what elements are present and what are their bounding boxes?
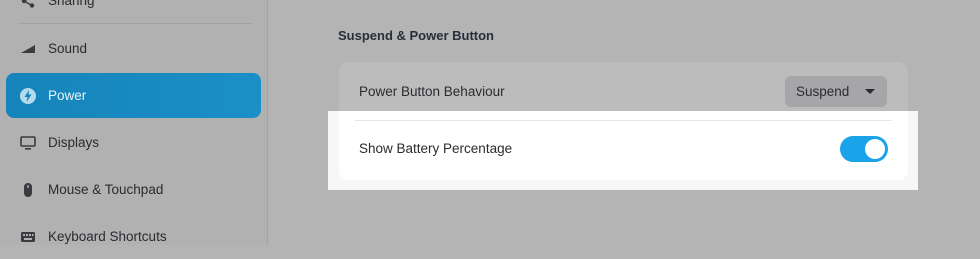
power-button-behaviour-dropdown[interactable]: Suspend [785, 76, 887, 107]
mouse-icon [19, 181, 37, 199]
sidebar: Sharing Sound Power Displays Mouse & Tou… [0, 0, 268, 245]
dropdown-value: Suspend [796, 84, 850, 99]
sidebar-divider [18, 23, 252, 24]
sidebar-item-displays[interactable]: Displays [6, 120, 261, 165]
power-button-behaviour-label: Power Button Behaviour [359, 84, 505, 99]
section-title: Suspend & Power Button [338, 28, 494, 43]
show-battery-percentage-label: Show Battery Percentage [359, 141, 513, 156]
sidebar-item-label: Mouse & Touchpad [48, 182, 164, 197]
toggle-knob [865, 139, 885, 159]
row-divider [355, 120, 892, 121]
show-battery-percentage-toggle[interactable] [840, 136, 888, 162]
sidebar-item-label: Sharing [48, 0, 95, 8]
share-icon [19, 0, 37, 10]
sidebar-item-mouse-touchpad[interactable]: Mouse & Touchpad [6, 167, 261, 212]
display-icon [19, 134, 37, 152]
speaker-icon [19, 40, 37, 58]
sidebar-item-label: Power [48, 88, 87, 103]
sidebar-item-keyboard-shortcuts[interactable]: Keyboard Shortcuts [6, 214, 261, 259]
chevron-down-icon [865, 89, 875, 94]
sidebar-item-label: Keyboard Shortcuts [48, 229, 167, 244]
sidebar-item-label: Sound [48, 41, 88, 56]
sidebar-item-sound[interactable]: Sound [6, 26, 261, 71]
sidebar-item-sharing[interactable]: Sharing [6, 0, 261, 23]
sidebar-item-power[interactable]: Power [6, 73, 261, 118]
power-bolt-icon [19, 87, 37, 105]
sidebar-item-label: Displays [48, 135, 100, 150]
keyboard-icon [19, 228, 37, 246]
